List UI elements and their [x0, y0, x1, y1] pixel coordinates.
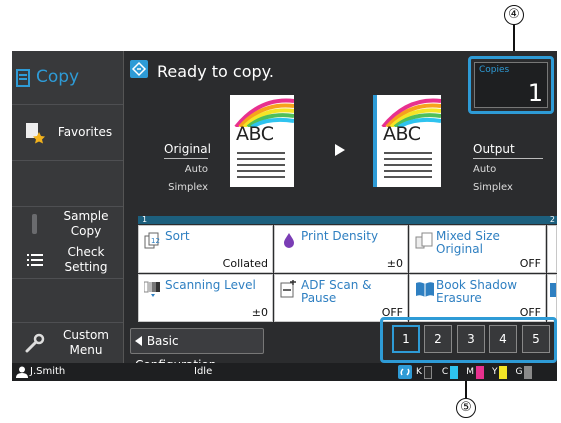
user-name: J.Smith: [30, 366, 66, 377]
function-next-partial-top[interactable]: [547, 225, 557, 273]
toner-c-label: C: [441, 367, 449, 377]
page-button-2[interactable]: 2: [424, 325, 452, 353]
toner-c-swatch: [450, 365, 459, 379]
sidebar-item-label: Check Setting: [64, 244, 108, 274]
page-selector: 1 2 3 4 5: [380, 317, 557, 363]
copy-screen: Copy Favorites Sample Copy Check Setting: [12, 51, 557, 381]
sidebar-item-check-setting[interactable]: Check Setting: [12, 241, 123, 279]
function-title: Mixed Size Original: [436, 229, 500, 256]
page-button-4[interactable]: 4: [489, 325, 517, 353]
wrench-icon: [20, 333, 50, 353]
output-mode: Auto: [473, 164, 497, 175]
function-title: Scanning Level: [165, 278, 256, 292]
machine-state: Idle: [194, 366, 213, 377]
sort-icon: 12: [144, 231, 162, 249]
original-label: Original: [164, 142, 211, 156]
output-side: Simplex: [473, 182, 513, 193]
function-print-density[interactable]: Print Density ±0: [274, 225, 408, 273]
function-value: ±0: [251, 306, 268, 319]
density-drop-icon: [280, 231, 298, 249]
copies-label: Copies: [479, 65, 510, 75]
function-book-shadow-erasure[interactable]: Book Shadow Erasure OFF: [409, 274, 546, 322]
network-icon: [398, 365, 412, 379]
function-value: ±0: [386, 257, 403, 270]
page-button-3[interactable]: 3: [457, 325, 485, 353]
copies-display: Copies 1: [474, 62, 548, 108]
triangle-left-icon: [135, 334, 147, 348]
status-message: Ready to copy.: [157, 62, 274, 81]
function-value: Collated: [222, 257, 268, 270]
function-mixed-size-original[interactable]: Mixed Size Original OFF: [409, 225, 546, 273]
sidebar-item-label: Favorites: [57, 125, 113, 139]
arrow-right-icon: [334, 142, 346, 161]
copies-value: 1: [527, 79, 543, 107]
page-button-1[interactable]: 1: [392, 325, 420, 353]
toner-m-label: M: [466, 367, 474, 377]
status-bar: J.Smith Idle K C M Y G: [12, 363, 557, 381]
original-side: Simplex: [168, 182, 208, 193]
sidebar-item-custom-menu[interactable]: Custom Menu: [12, 323, 123, 363]
list-icon: [20, 253, 50, 267]
callout-5: ⑤: [456, 398, 476, 418]
adf-scan-icon: [280, 280, 298, 298]
user-icon: [16, 366, 28, 381]
copy-document-icon: [14, 68, 32, 87]
function-value: OFF: [519, 257, 541, 270]
toner-y-label: Y: [491, 367, 498, 377]
toner-m-swatch: [475, 365, 484, 379]
book-icon: [415, 280, 434, 298]
function-next-partial-bottom[interactable]: [547, 274, 557, 322]
output-document-preview: ABC: [377, 95, 441, 187]
mixed-size-icon: [415, 231, 433, 249]
sidebar-item-sample-copy[interactable]: Sample Copy: [12, 207, 123, 241]
toner-g-label: G: [515, 367, 523, 377]
sidebar-item-copy[interactable]: Copy: [12, 51, 123, 105]
svg-text:12: 12: [151, 237, 160, 245]
function-sort[interactable]: 12 Sort Collated: [138, 225, 273, 273]
sidebar-item-spacer: [12, 161, 123, 207]
output-label: Output: [473, 142, 515, 156]
page-indicator-right: 2: [549, 215, 555, 224]
sidebar-item-label: Sample Copy: [63, 209, 109, 238]
copies-field[interactable]: Copies 1: [468, 56, 554, 114]
basic-configuration-button[interactable]: Basic Configuration: [130, 328, 264, 372]
function-adf-scan-pause[interactable]: ADF Scan & Pause OFF: [274, 274, 408, 322]
favorites-star-icon: [20, 122, 50, 144]
sidebar-item-label: Custom Menu: [63, 328, 109, 357]
original-rule: [164, 158, 208, 159]
function-title: ADF Scan & Pause: [301, 278, 372, 305]
sidebar-item-spacer: [12, 279, 123, 323]
page-indicator-left: 1: [142, 215, 148, 224]
original-document-preview: ABC: [230, 95, 294, 187]
output-rule: [473, 158, 543, 159]
toner-k-swatch: [423, 365, 432, 379]
callout-4: ④: [504, 5, 524, 25]
function-title: Book Shadow Erasure: [436, 278, 518, 305]
partial-function-icon: [550, 283, 556, 297]
function-title: Sort: [165, 229, 190, 243]
sidebar: Copy Favorites Sample Copy Check Setting: [12, 51, 124, 363]
doc-text: ABC: [383, 123, 421, 145]
sidebar-item-favorites[interactable]: Favorites: [12, 105, 123, 161]
page-button-5[interactable]: 5: [522, 325, 550, 353]
function-scanning-level[interactable]: Scanning Level ±0: [138, 274, 273, 322]
status-diamond-icon: [130, 60, 148, 78]
toner-k-label: K: [416, 367, 422, 377]
function-page-bar: 1 2: [138, 215, 557, 224]
function-title: Print Density: [301, 229, 379, 243]
sidebar-item-label: Copy: [36, 67, 80, 87]
toner-levels: K C M Y G: [416, 365, 533, 379]
original-mode: Auto: [184, 164, 208, 175]
doc-text: ABC: [236, 123, 274, 145]
sample-copy-icon: [20, 213, 50, 235]
scanning-level-icon: [143, 280, 162, 298]
toner-y-swatch: [499, 365, 508, 379]
toner-g-swatch: [524, 365, 533, 379]
